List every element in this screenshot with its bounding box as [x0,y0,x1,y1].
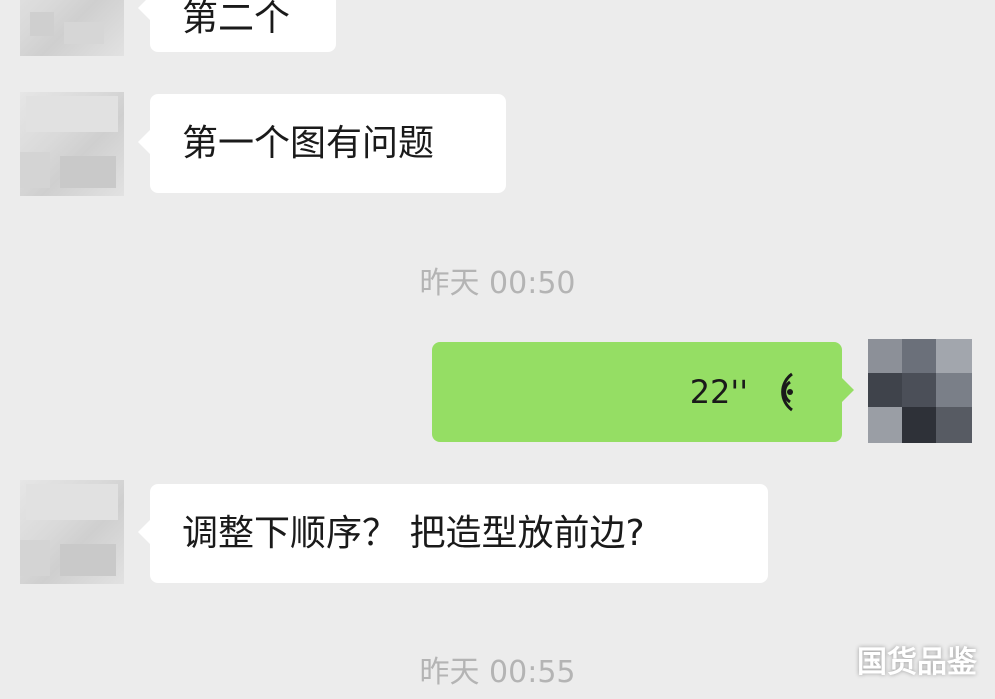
avatar[interactable] [20,92,124,196]
avatar[interactable] [20,480,124,584]
voice-duration: 22'' [689,373,748,411]
timestamp: 昨天 00:55 [419,655,576,690]
voice-message-bubble[interactable]: 22'' [432,342,854,442]
voice-wave-icon [781,372,793,412]
message-text: 第二个 [182,0,291,39]
avatar[interactable] [868,339,972,443]
message-bubble[interactable]: 第二个 [138,0,336,52]
avatar[interactable] [20,0,124,56]
watermark: 国货品鉴 [857,645,977,680]
message-text: 调整下顺序？ 把造型放前边? [182,512,645,554]
message-bubble[interactable]: 调整下顺序？ 把造型放前边? [138,484,768,583]
message-bubble[interactable]: 第一个图有问题 [138,94,506,193]
timestamp: 昨天 00:50 [419,266,576,301]
message-text: 第一个图有问题 [182,122,435,164]
